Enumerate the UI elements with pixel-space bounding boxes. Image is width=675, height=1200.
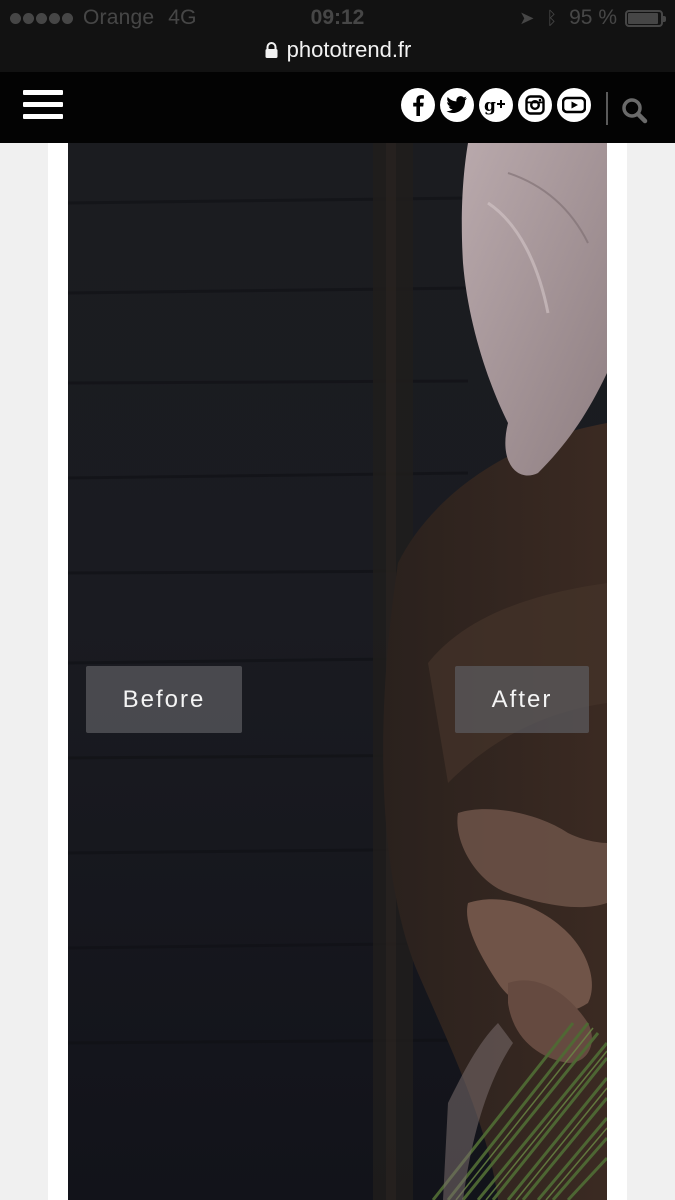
battery-percent: 95 % [569,6,617,29]
site-header: g [0,72,675,143]
location-arrow-icon: ➤ [519,7,535,28]
lock-icon [265,42,278,58]
youtube-icon[interactable] [557,88,591,122]
status-bar: Orange 4G 09:12 ➤ ᛒ 95 % phototrend.fr [0,0,675,72]
after-button[interactable]: After [455,666,589,733]
social-links: g [401,88,596,122]
search-icon[interactable] [620,96,650,126]
battery-icon [625,9,666,27]
menu-icon[interactable] [23,90,63,120]
twitter-icon[interactable] [440,88,474,122]
status-row: Orange 4G 09:12 ➤ ᛒ 95 % [0,0,675,36]
instagram-icon[interactable] [518,88,552,122]
header-divider [606,92,608,125]
url-bar[interactable]: phototrend.fr [0,36,675,64]
status-right: ➤ ᛒ 95 % [519,6,666,30]
phone-screen: Orange 4G 09:12 ➤ ᛒ 95 % phototrend.fr g… [0,0,675,1200]
facebook-icon[interactable] [401,88,435,122]
svg-text:g: g [484,96,496,115]
bluetooth-icon: ᛒ [546,7,558,28]
before-button[interactable]: Before [86,666,242,733]
google-plus-icon[interactable]: g [479,88,513,122]
url-text: phototrend.fr [286,37,412,62]
